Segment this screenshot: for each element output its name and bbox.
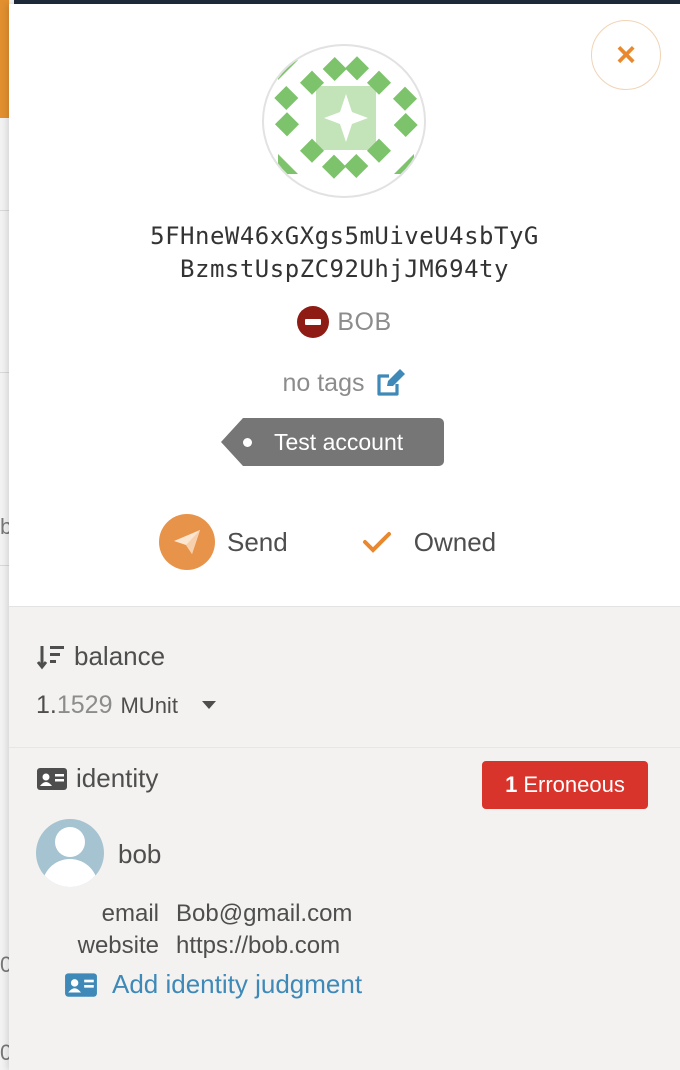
account-name: BOB <box>337 307 392 336</box>
account-address-line-2: BzmstUspZC92UhjJM694ty <box>180 255 509 283</box>
balance-unit: MUnit <box>120 693 178 718</box>
balance-fraction: 1529 <box>56 691 113 719</box>
owned-label: Owned <box>413 526 497 557</box>
judgment-status-badge: 1 Erroneous <box>482 761 648 809</box>
account-address-line-1: 5FHneW46xGXgs5mUiveU4sbTyG <box>150 222 539 250</box>
tags-row: no tags <box>9 368 680 398</box>
add-judgment-label: Add identity judgment <box>112 969 363 999</box>
account-details-panel: balance 1. 1529 MUnit identity 1 Erroneo… <box>9 606 680 1070</box>
account-actions: Send Owned <box>159 514 496 570</box>
sort-amount-icon <box>36 645 64 669</box>
balance-title: balance <box>74 641 166 671</box>
email-label: email <box>101 900 159 927</box>
user-icon-body <box>42 859 98 887</box>
background-text: 0 <box>0 1040 9 1065</box>
background-text: 0 <box>0 952 9 977</box>
identity-section-title: identity <box>36 763 158 794</box>
send-label: Send <box>227 526 288 557</box>
account-name-row: BOB <box>9 306 680 338</box>
judgment-count: 1 <box>505 772 518 797</box>
section-divider <box>9 747 680 748</box>
background-divider <box>0 565 9 566</box>
balance-int: 1. <box>36 691 57 719</box>
tags-text: no tags <box>282 368 365 397</box>
identity-title: identity <box>76 763 159 793</box>
paper-plane-icon <box>174 530 200 554</box>
add-identity-judgment-link[interactable]: Add identity judgment <box>64 969 362 1000</box>
website-value: https://bob.com <box>176 932 341 959</box>
id-card-icon <box>65 972 97 997</box>
chevron-down-icon[interactable] <box>201 701 216 709</box>
edit-icon[interactable] <box>375 368 407 398</box>
id-card-icon <box>37 767 67 790</box>
user-icon-head <box>55 827 85 857</box>
website-label: website <box>77 932 159 959</box>
account-identicon[interactable] <box>262 44 426 198</box>
background-orange-strip <box>0 0 9 118</box>
tag-dot <box>243 438 252 447</box>
close-button[interactable]: × <box>591 20 661 90</box>
account-sidebar: × 5FHneW46xGXgs5mUiveU4sbTyG BzmstUspZC9… <box>9 4 680 1070</box>
background-divider <box>0 210 9 211</box>
judgment-label: Erroneous <box>523 772 625 797</box>
background-text: b <box>0 514 9 539</box>
tag-badge-label: Test account <box>274 428 404 455</box>
email-value: Bob@gmail.com <box>176 900 353 927</box>
send-button[interactable]: Send <box>159 514 288 570</box>
close-icon: × <box>616 35 636 74</box>
identicon-icon <box>274 56 418 179</box>
background-divider <box>0 372 9 373</box>
balance-value: 1. 1529 MUnit <box>36 691 216 720</box>
identity-avatar <box>36 819 104 887</box>
send-icon-circle <box>159 514 215 570</box>
identity-display-name: bob <box>118 839 162 869</box>
check-icon <box>362 532 391 553</box>
owned-indicator: Owned <box>362 527 496 558</box>
minus-circle-icon <box>297 306 330 338</box>
account-tag-badge: Test account <box>221 418 444 466</box>
balance-section-title: balance <box>36 641 165 672</box>
